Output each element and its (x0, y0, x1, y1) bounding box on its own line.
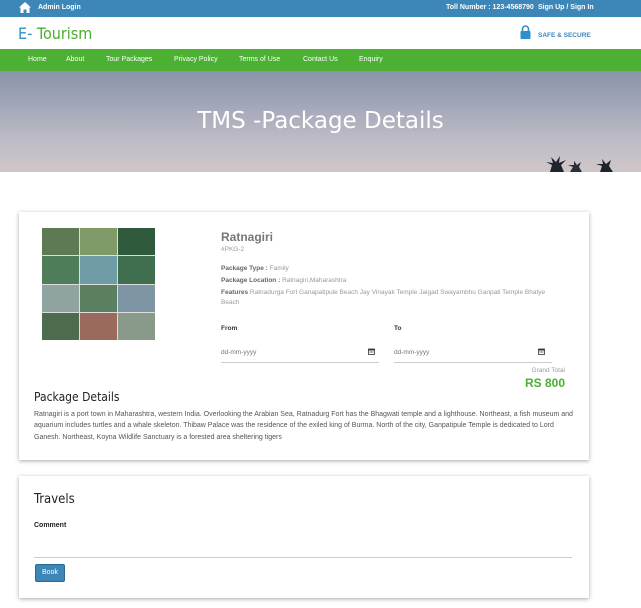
hero-banner: TMS -Package Details (0, 71, 641, 172)
page-title: TMS -Package Details (197, 108, 444, 134)
nav-about[interactable]: About (66, 56, 84, 63)
grand-total-label: Grand Total (531, 367, 565, 374)
nav-enquiry[interactable]: Enquiry (359, 56, 383, 63)
signup-signin-link[interactable]: Sign Up / Sign In (538, 4, 594, 11)
from-date-input[interactable] (221, 343, 379, 363)
admin-login-link[interactable]: Admin Login (38, 4, 81, 11)
to-label: To (394, 325, 402, 332)
safe-secure-label: SAFE & SECURE (538, 32, 591, 39)
collage-tile (42, 312, 79, 340)
to-date-input[interactable] (394, 343, 552, 363)
package-card: Ratnagiri #PKG-2 Package Type : Family P… (19, 212, 589, 460)
main-nav: Home About Tour Packages Privacy Policy … (0, 49, 641, 71)
calendar-icon[interactable] (538, 348, 545, 355)
collage-tile (80, 228, 117, 256)
nav-terms-of-use[interactable]: Terms of Use (239, 56, 280, 63)
collage-tile (118, 312, 155, 340)
comment-input[interactable] (34, 536, 572, 558)
package-location: Package Location : Ratnagiri,Maharashtra (221, 277, 347, 284)
collage-tile (42, 284, 79, 312)
home-icon[interactable] (19, 2, 31, 13)
calendar-icon[interactable] (368, 348, 375, 355)
travels-title: Travels (34, 492, 75, 507)
package-features: Features Ratnadurga Fort Ganapatipule Be… (221, 289, 546, 306)
package-type: Package Type : Family (221, 265, 289, 272)
nav-tour-packages[interactable]: Tour Packages (106, 56, 152, 63)
collage-tile (80, 256, 117, 284)
lock-icon (520, 25, 531, 39)
collage-tile (118, 256, 155, 284)
grand-total-value: RS 800 (524, 376, 565, 390)
collage-tile (118, 228, 155, 256)
book-button[interactable]: Book (35, 564, 65, 582)
travels-card: Travels Comment Book (19, 476, 589, 598)
from-label: From (221, 325, 238, 332)
nav-privacy-policy[interactable]: Privacy Policy (174, 56, 218, 63)
collage-tile (42, 228, 79, 256)
collage-tile (80, 284, 117, 312)
collage-tile (42, 256, 79, 284)
nav-contact-us[interactable]: Contact Us (303, 56, 338, 63)
package-details-text: Ratnagiri is a port town in Maharashtra,… (34, 411, 573, 441)
palm-silhouette (546, 156, 613, 172)
package-image-collage (42, 228, 155, 340)
package-code: #PKG-2 (221, 246, 245, 253)
collage-tile (118, 284, 155, 312)
package-name: Ratnagiri (221, 230, 274, 244)
collage-tile (80, 312, 117, 340)
comment-label: Comment (34, 522, 67, 529)
nav-home[interactable]: Home (28, 56, 47, 63)
top-bar: Admin Login Toll Number : 123-4568790 Si… (0, 0, 641, 17)
brand-bar: E- Tourism SAFE & SECURE (0, 17, 641, 49)
package-details-title: Package Details (34, 390, 120, 404)
toll-number: Toll Number : 123-4568790 (446, 4, 534, 11)
site-logo[interactable]: E- Tourism (18, 24, 92, 43)
